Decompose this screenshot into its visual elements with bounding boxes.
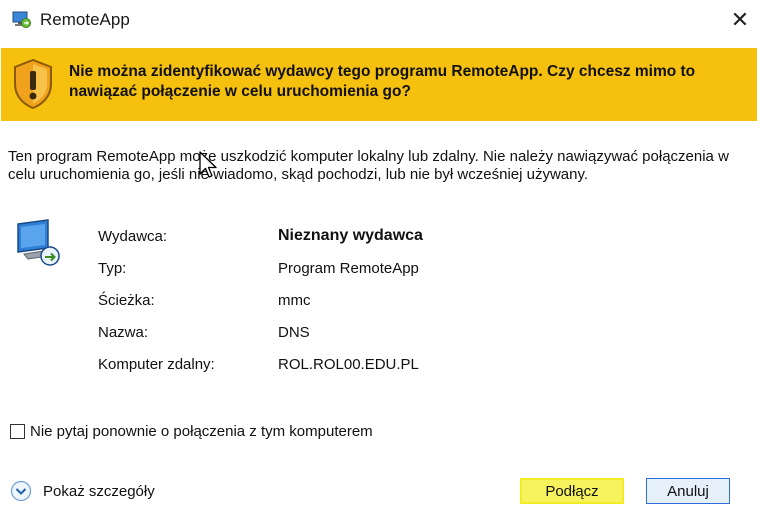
name-label: Nazwa:	[98, 324, 149, 341]
warning-banner: Nie można zidentyfikować wydawcy tego pr…	[1, 48, 757, 121]
dont-ask-again-label[interactable]: Nie pytaj ponownie o połączenia z tym ko…	[30, 423, 373, 440]
show-details-label[interactable]: Pokaż szczegóły	[43, 483, 155, 500]
title-bar: RemoteApp ✕	[0, 0, 760, 40]
connect-button[interactable]: Podłącz	[520, 478, 624, 504]
banner-message: Nie można zidentyfikować wydawcy tego pr…	[69, 63, 696, 100]
remoteapp-icon	[12, 11, 31, 28]
type-label: Typ:	[98, 260, 127, 277]
path-value: mmc	[278, 292, 311, 309]
close-icon: ✕	[730, 7, 750, 33]
warning-description: Ten program RemoteApp może uszkodzić kom…	[8, 148, 729, 183]
dont-ask-again-checkbox[interactable]	[10, 424, 25, 439]
name-value: DNS	[278, 324, 310, 341]
path-label: Ścieżka:	[98, 292, 155, 309]
remote-computer-label: Komputer zdalny:	[98, 356, 215, 373]
publisher-value: Nieznany wydawca	[278, 227, 423, 244]
chevron-down-circle-icon[interactable]	[10, 480, 32, 502]
window-title: RemoteApp	[40, 10, 130, 29]
dont-ask-again-row[interactable]: Nie pytaj ponownie o połączenia z tym ko…	[10, 423, 373, 440]
remoteapp-dialog: RemoteApp ✕ Nie można zidentyfikować wyd…	[0, 0, 760, 507]
remote-computer-value: ROL.ROL00.EDU.PL	[278, 356, 419, 373]
close-button[interactable]: ✕	[720, 0, 760, 40]
publisher-label: Wydawca:	[98, 228, 168, 245]
remote-computer-icon	[14, 218, 64, 268]
warning-shield-icon	[11, 58, 55, 110]
cancel-button[interactable]: Anuluj	[646, 478, 730, 504]
mouse-cursor-icon	[198, 150, 220, 180]
show-details-toggle[interactable]: Pokaż szczegóły	[10, 480, 155, 502]
type-value: Program RemoteApp	[278, 260, 419, 277]
